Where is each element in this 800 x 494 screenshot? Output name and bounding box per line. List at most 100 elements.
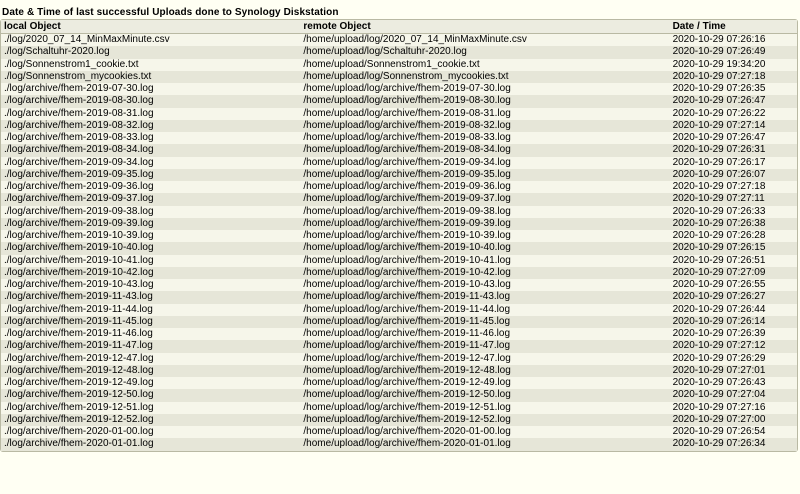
cell-date-time: 2020-10-29 07:26:49 <box>669 46 797 59</box>
cell-remote-object: /home/upload/log/archive/fhem-2019-09-39… <box>300 217 670 230</box>
cell-date-time: 2020-10-29 07:27:18 <box>669 70 797 83</box>
cell-date-time: 2020-10-29 07:27:12 <box>669 340 797 353</box>
cell-date-time: 2020-10-29 07:27:09 <box>669 266 797 279</box>
cell-date-time: 2020-10-29 07:26:54 <box>669 426 797 439</box>
cell-remote-object: /home/upload/log/archive/fhem-2019-12-47… <box>300 352 670 365</box>
cell-date-time: 2020-10-29 07:26:27 <box>669 291 797 304</box>
cell-local-object: ./log/archive/fhem-2019-09-34.log <box>1 156 301 169</box>
cell-local-object: ./log/archive/fhem-2019-08-31.log <box>1 107 301 120</box>
cell-date-time: 2020-10-29 07:27:16 <box>669 401 797 414</box>
table-row: ./log/archive/fhem-2019-09-38.log/home/u… <box>1 205 797 218</box>
table-row: ./log/archive/fhem-2019-09-36.log/home/u… <box>1 181 797 194</box>
cell-remote-object: /home/upload/log/archive/fhem-2019-08-31… <box>300 107 670 120</box>
cell-local-object: ./log/archive/fhem-2020-01-01.log <box>1 438 301 451</box>
cell-date-time: 2020-10-29 07:26:28 <box>669 230 797 243</box>
cell-local-object: ./log/archive/fhem-2019-12-49.log <box>1 377 301 390</box>
cell-local-object: ./log/archive/fhem-2019-11-46.log <box>1 328 301 341</box>
cell-local-object: ./log/archive/fhem-2019-10-40.log <box>1 242 301 255</box>
table-row: ./log/archive/fhem-2019-12-50.log/home/u… <box>1 389 797 402</box>
table-row: ./log/Schaltuhr-2020.log/home/upload/log… <box>1 46 797 59</box>
cell-local-object: ./log/Sonnenstrom_mycookies.txt <box>1 70 301 83</box>
cell-date-time: 2020-10-29 07:26:07 <box>669 168 797 181</box>
cell-local-object: ./log/2020_07_14_MinMaxMinute.csv <box>1 34 301 47</box>
cell-date-time: 2020-10-29 07:26:55 <box>669 279 797 292</box>
cell-local-object: ./log/archive/fhem-2019-10-41.log <box>1 254 301 267</box>
cell-local-object: ./log/Schaltuhr-2020.log <box>1 46 301 59</box>
cell-date-time: 2020-10-29 07:26:47 <box>669 132 797 145</box>
column-header-local-object: local Object <box>1 20 301 34</box>
cell-remote-object: /home/upload/log/archive/fhem-2019-07-30… <box>300 83 670 96</box>
table-row: ./log/archive/fhem-2019-08-33.log/home/u… <box>1 132 797 145</box>
cell-remote-object: /home/upload/log/archive/fhem-2019-11-44… <box>300 303 670 316</box>
cell-date-time: 2020-10-29 07:26:44 <box>669 303 797 316</box>
cell-date-time: 2020-10-29 19:34:20 <box>669 58 797 71</box>
cell-date-time: 2020-10-29 07:26:15 <box>669 242 797 255</box>
table-row: ./log/archive/fhem-2019-10-39.log/home/u… <box>1 230 797 243</box>
cell-local-object: ./log/archive/fhem-2019-12-48.log <box>1 364 301 377</box>
cell-local-object: ./log/archive/fhem-2019-12-50.log <box>1 389 301 402</box>
table-row: ./log/archive/fhem-2019-08-34.log/home/u… <box>1 144 797 157</box>
table-row: ./log/archive/fhem-2019-11-45.log/home/u… <box>1 315 797 328</box>
cell-local-object: ./log/archive/fhem-2019-11-43.log <box>1 291 301 304</box>
cell-date-time: 2020-10-29 07:26:29 <box>669 352 797 365</box>
cell-date-time: 2020-10-29 07:27:14 <box>669 119 797 132</box>
cell-date-time: 2020-10-29 07:26:16 <box>669 34 797 47</box>
cell-date-time: 2020-10-29 07:27:01 <box>669 364 797 377</box>
cell-date-time: 2020-10-29 07:27:00 <box>669 413 797 426</box>
table-body: ./log/2020_07_14_MinMaxMinute.csv/home/u… <box>1 34 797 451</box>
table-row: ./log/archive/fhem-2019-12-52.log/home/u… <box>1 413 797 426</box>
table-row: ./log/Sonnenstrom1_cookie.txt/home/uploa… <box>1 58 797 71</box>
cell-local-object: ./log/archive/fhem-2019-08-34.log <box>1 144 301 157</box>
cell-date-time: 2020-10-29 07:26:22 <box>669 107 797 120</box>
cell-local-object: ./log/archive/fhem-2019-07-30.log <box>1 83 301 96</box>
cell-date-time: 2020-10-29 07:26:47 <box>669 95 797 108</box>
cell-local-object: ./log/archive/fhem-2019-09-39.log <box>1 217 301 230</box>
cell-remote-object: /home/upload/log/archive/fhem-2019-08-34… <box>300 144 670 157</box>
cell-remote-object: /home/upload/log/archive/fhem-2019-10-41… <box>300 254 670 267</box>
cell-local-object: ./log/archive/fhem-2019-09-36.log <box>1 181 301 194</box>
cell-local-object: ./log/archive/fhem-2019-11-45.log <box>1 315 301 328</box>
cell-date-time: 2020-10-29 07:26:14 <box>669 315 797 328</box>
cell-remote-object: /home/upload/log/archive/fhem-2019-10-43… <box>300 279 670 292</box>
table-row: ./log/archive/fhem-2019-08-32.log/home/u… <box>1 119 797 132</box>
cell-remote-object: /home/upload/log/2020_07_14_MinMaxMinute… <box>300 34 670 47</box>
cell-remote-object: /home/upload/log/archive/fhem-2019-10-39… <box>300 230 670 243</box>
cell-date-time: 2020-10-29 07:27:18 <box>669 181 797 194</box>
table-row: ./log/archive/fhem-2019-09-37.log/home/u… <box>1 193 797 206</box>
cell-remote-object: /home/upload/log/archive/fhem-2019-09-34… <box>300 156 670 169</box>
table-row: ./log/archive/fhem-2019-11-43.log/home/u… <box>1 291 797 304</box>
cell-remote-object: /home/upload/log/archive/fhem-2019-12-51… <box>300 401 670 414</box>
cell-local-object: ./log/archive/fhem-2019-11-47.log <box>1 340 301 353</box>
table-row: ./log/archive/fhem-2019-08-31.log/home/u… <box>1 107 797 120</box>
table-row: ./log/archive/fhem-2019-10-41.log/home/u… <box>1 254 797 267</box>
cell-local-object: ./log/Sonnenstrom1_cookie.txt <box>1 58 301 71</box>
cell-local-object: ./log/archive/fhem-2019-10-42.log <box>1 266 301 279</box>
cell-remote-object: /home/upload/log/archive/fhem-2020-01-00… <box>300 426 670 439</box>
cell-remote-object: /home/upload/log/Schaltuhr-2020.log <box>300 46 670 59</box>
cell-local-object: ./log/archive/fhem-2019-09-35.log <box>1 168 301 181</box>
cell-date-time: 2020-10-29 07:27:04 <box>669 389 797 402</box>
cell-remote-object: /home/upload/log/archive/fhem-2019-09-36… <box>300 181 670 194</box>
cell-date-time: 2020-10-29 07:27:11 <box>669 193 797 206</box>
cell-remote-object: /home/upload/log/archive/fhem-2019-09-38… <box>300 205 670 218</box>
cell-remote-object: /home/upload/log/archive/fhem-2019-11-46… <box>300 328 670 341</box>
cell-date-time: 2020-10-29 07:26:43 <box>669 377 797 390</box>
cell-remote-object: /home/upload/log/archive/fhem-2019-11-45… <box>300 315 670 328</box>
cell-remote-object: /home/upload/log/archive/fhem-2019-11-47… <box>300 340 670 353</box>
cell-remote-object: /home/upload/log/archive/fhem-2019-10-42… <box>300 266 670 279</box>
cell-local-object: ./log/archive/fhem-2019-08-30.log <box>1 95 301 108</box>
cell-remote-object: /home/upload/log/archive/fhem-2019-08-30… <box>300 95 670 108</box>
table-row: ./log/2020_07_14_MinMaxMinute.csv/home/u… <box>1 34 797 47</box>
cell-remote-object: /home/upload/log/archive/fhem-2019-12-50… <box>300 389 670 402</box>
uploads-table: local Object remote Object Date / Time .… <box>0 19 798 452</box>
cell-remote-object: /home/upload/log/archive/fhem-2019-09-37… <box>300 193 670 206</box>
table-row: ./log/archive/fhem-2020-01-00.log/home/u… <box>1 426 797 439</box>
table-caption: Date & Time of last successful Uploads d… <box>2 7 339 18</box>
cell-remote-object: /home/upload/log/archive/fhem-2019-12-48… <box>300 364 670 377</box>
table-row: ./log/archive/fhem-2019-09-39.log/home/u… <box>1 217 797 230</box>
cell-local-object: ./log/archive/fhem-2019-12-52.log <box>1 413 301 426</box>
cell-date-time: 2020-10-29 07:26:51 <box>669 254 797 267</box>
cell-date-time: 2020-10-29 07:26:39 <box>669 328 797 341</box>
cell-date-time: 2020-10-29 07:26:31 <box>669 144 797 157</box>
cell-local-object: ./log/archive/fhem-2019-09-37.log <box>1 193 301 206</box>
